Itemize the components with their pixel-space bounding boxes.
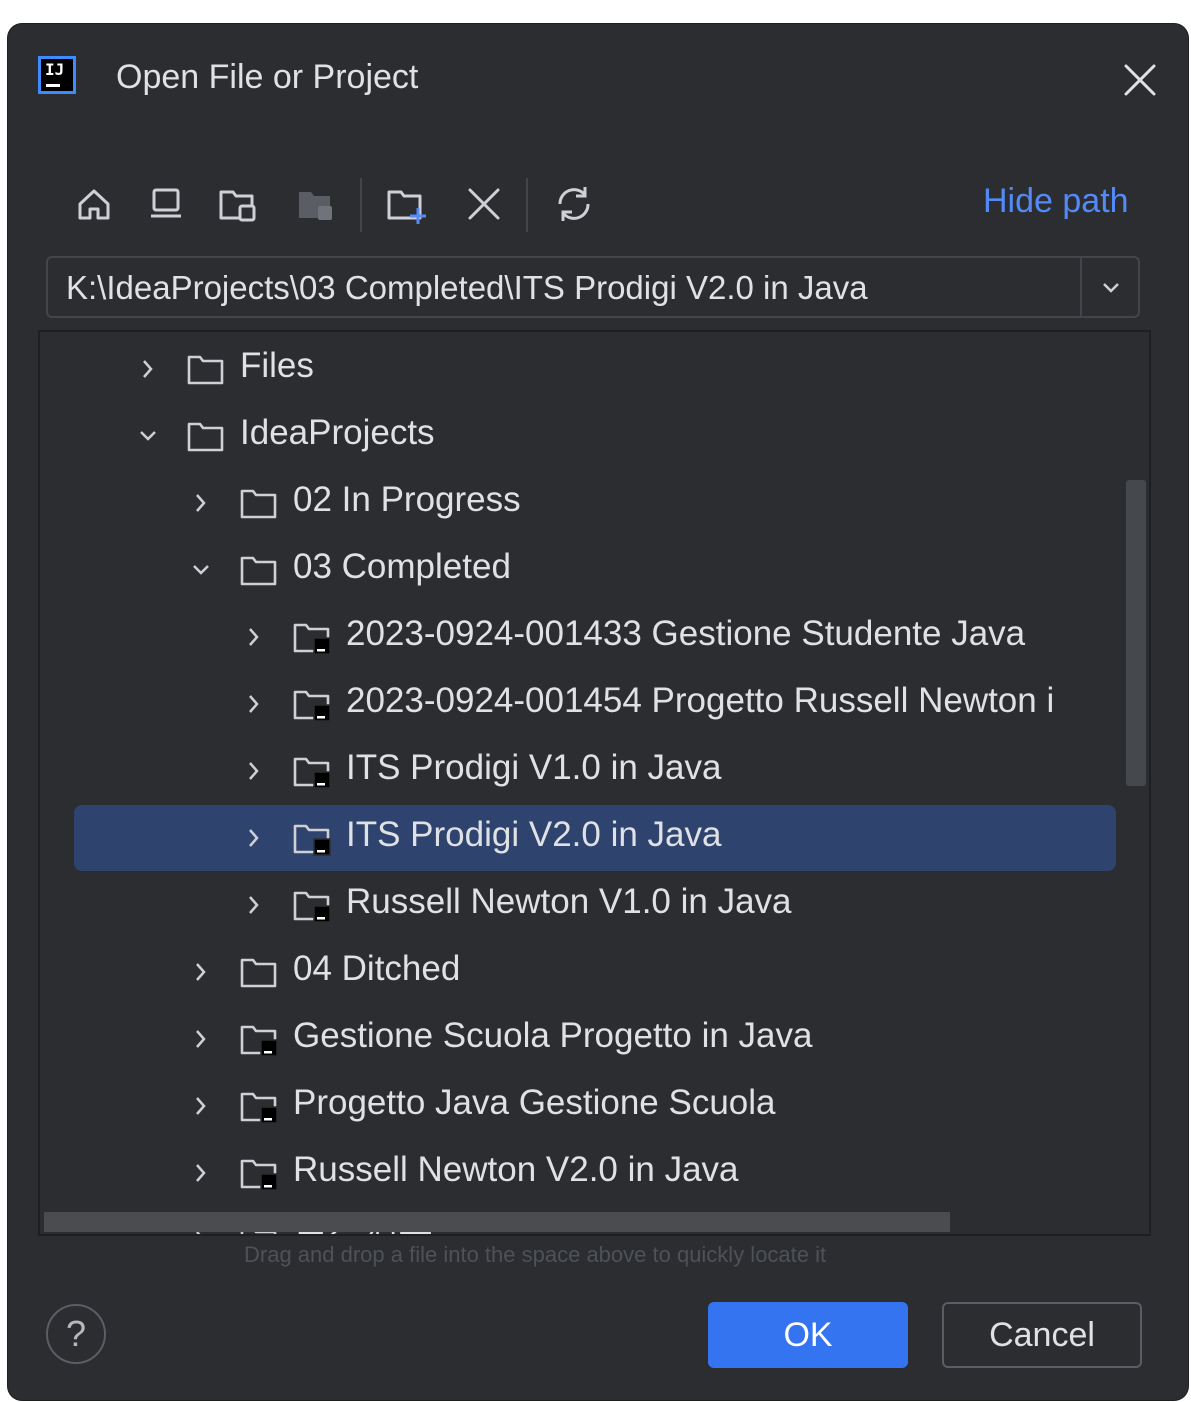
tree-row-label: ITS Prodigi V1.0 in Java — [346, 748, 722, 787]
close-button[interactable] — [1120, 60, 1160, 100]
chevron-down-icon[interactable] — [189, 558, 213, 582]
tree-row-label: 2023-0924-001433 Gestione Studente Java — [346, 614, 1026, 653]
tree-row[interactable]: 03 Completed — [40, 537, 1149, 603]
tree-row[interactable]: 02 In Progress — [40, 470, 1149, 536]
vertical-scrollbar[interactable] — [1126, 480, 1146, 786]
chevron-right-icon[interactable] — [242, 893, 266, 917]
project-folder-icon — [240, 1092, 278, 1124]
intellij-logo-icon: IJ — [38, 56, 76, 94]
chevron-right-icon[interactable] — [189, 1161, 213, 1185]
combo-separator — [1080, 258, 1082, 316]
tree-row[interactable]: ITS Prodigi V2.0 in Java — [40, 805, 1149, 871]
chevron-right-icon[interactable] — [242, 625, 266, 649]
chevron-right-icon[interactable] — [189, 960, 213, 984]
delete-icon — [468, 188, 500, 220]
project-directory-button[interactable] — [212, 174, 264, 234]
chevron-right-icon[interactable] — [189, 491, 213, 515]
home-icon — [78, 189, 110, 220]
folder-icon — [187, 422, 224, 452]
tree-row[interactable]: Progetto Java Gestione Scuola — [40, 1073, 1149, 1139]
tree-row[interactable]: IdeaProjects — [40, 403, 1149, 469]
tree-row-label: 04 Ditched — [293, 949, 461, 988]
chevron-right-icon[interactable] — [242, 759, 266, 783]
tree-row[interactable]: Files — [40, 336, 1149, 402]
tree-row-label: Gestione Scuola Progetto in Java — [293, 1016, 813, 1055]
refresh-icon — [558, 187, 590, 221]
dialog-title: Open File or Project — [116, 58, 419, 96]
refresh-button[interactable] — [548, 174, 600, 234]
tree-row[interactable]: Russell Newton V1.0 in Java — [40, 872, 1149, 938]
tree-row[interactable]: 04 Ditched — [40, 939, 1149, 1005]
ok-button[interactable]: OK — [708, 1302, 908, 1368]
toolbar-separator — [360, 178, 362, 232]
project-folder-icon — [293, 757, 331, 789]
new-folder-icon — [387, 190, 426, 224]
chevron-right-icon[interactable] — [136, 357, 160, 381]
title-bar: IJ Open File or Project — [8, 24, 1188, 134]
tree-row-label: 2023-0924-001454 Progetto Russell Newton… — [346, 681, 1055, 720]
desktop-icon — [151, 188, 181, 218]
tree-row-label: IdeaProjects — [240, 413, 435, 452]
toolbar-separator — [526, 178, 528, 232]
chevron-down-icon[interactable] — [136, 424, 160, 448]
path-combobox — [46, 256, 1140, 318]
tree-row[interactable]: ITS Prodigi V1.0 in Java — [40, 738, 1149, 804]
path-input[interactable] — [64, 258, 1068, 318]
home-button[interactable] — [68, 174, 120, 234]
chevron-right-icon[interactable] — [189, 1027, 213, 1051]
tree-row-label: Russell Newton V2.0 in Java — [293, 1150, 739, 1189]
horizontal-scrollbar[interactable] — [44, 1212, 950, 1232]
tree-row-label: 03 Completed — [293, 547, 511, 586]
help-button[interactable]: ? — [46, 1304, 106, 1364]
project-folder-icon — [240, 1159, 278, 1191]
tree-row[interactable]: 2023-0924-001433 Gestione Studente Java — [40, 604, 1149, 670]
folder-icon — [240, 958, 277, 988]
tree-row[interactable]: Russell Newton V2.0 in Java — [40, 1140, 1149, 1206]
cancel-button[interactable]: Cancel — [942, 1302, 1142, 1368]
tree-row[interactable]: Gestione Scuola Progetto in Java — [40, 1006, 1149, 1072]
delete-button[interactable] — [458, 174, 510, 234]
tree-row-label: 02 In Progress — [293, 480, 521, 519]
tree-row[interactable]: 2023-0924-001454 Progetto Russell Newton… — [40, 671, 1149, 737]
drag-drop-hint: Drag and drop a file into the space abov… — [244, 1242, 827, 1267]
chevron-right-icon[interactable] — [242, 692, 266, 716]
tree-row-label: Files — [240, 346, 314, 385]
close-icon — [1124, 64, 1156, 96]
chevron-right-icon[interactable] — [189, 1094, 213, 1118]
chevron-right-icon[interactable] — [242, 826, 266, 850]
folder-icon — [240, 489, 277, 519]
module-directory-button[interactable] — [290, 174, 342, 234]
file-tree[interactable]: Files IdeaProjects 02 In Progress 03 Comple… — [38, 330, 1151, 1236]
project-folder-icon — [219, 190, 256, 222]
path-history-dropdown[interactable] — [1084, 258, 1138, 316]
project-folder-icon — [293, 690, 331, 722]
project-folder-icon — [240, 1025, 278, 1057]
project-folder-icon — [293, 623, 331, 655]
new-folder-button[interactable] — [382, 174, 434, 234]
folder-icon — [240, 556, 277, 586]
hide-path-link[interactable]: Hide path — [983, 182, 1129, 221]
module-folder-icon — [299, 192, 332, 220]
tree-row-label: Progetto Java Gestione Scuola — [293, 1083, 776, 1122]
project-folder-icon — [293, 891, 331, 923]
tree-row-label: Russell Newton V1.0 in Java — [346, 882, 792, 921]
desktop-button[interactable] — [140, 174, 192, 234]
tree-row-label: ITS Prodigi V2.0 in Java — [346, 815, 722, 854]
chevron-down-icon — [1103, 283, 1119, 293]
open-file-dialog: IJ Open File or Project Hide path K:\Ide… — [8, 24, 1188, 1400]
project-folder-icon — [293, 824, 331, 856]
folder-icon — [187, 355, 224, 385]
